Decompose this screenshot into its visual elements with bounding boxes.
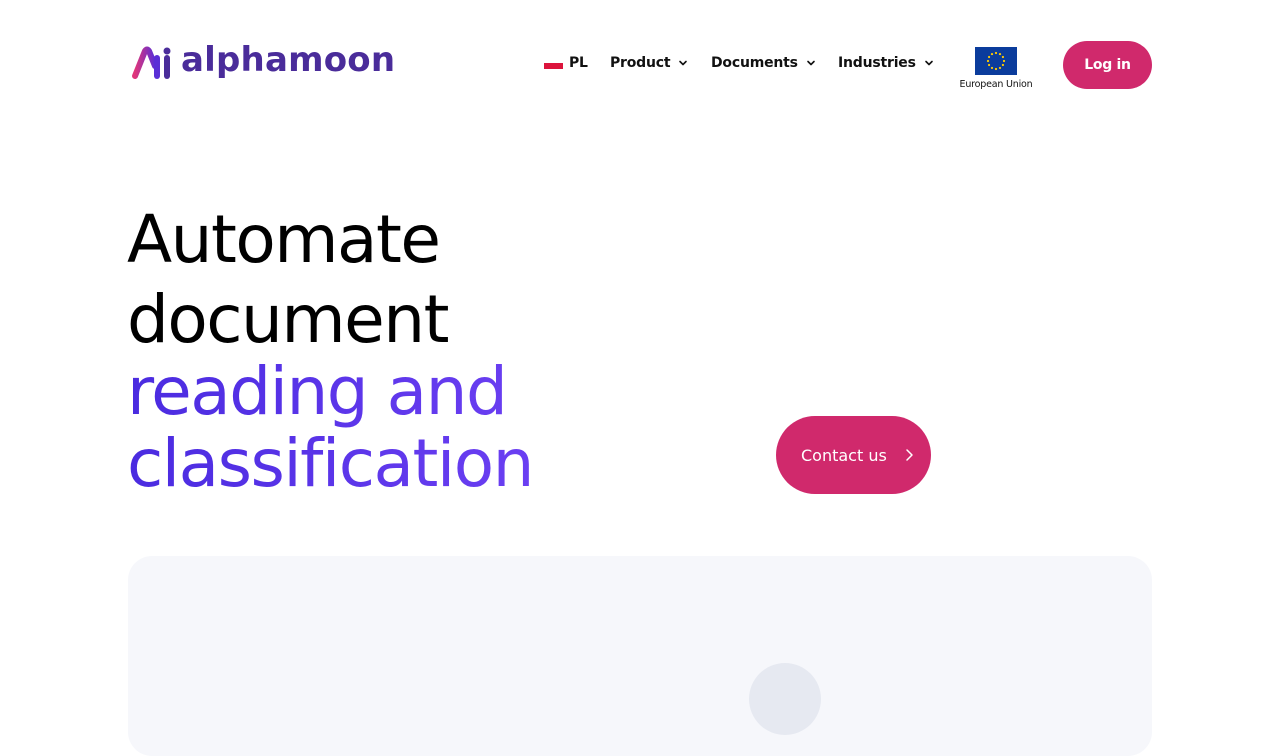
play-placeholder-icon <box>749 663 821 735</box>
nav-item-product[interactable]: Product <box>610 52 688 74</box>
eu-star <box>998 52 1002 56</box>
nav-item-label: Industries <box>838 55 916 71</box>
demo-panel <box>128 556 1152 756</box>
eu-star <box>1001 55 1005 59</box>
eu-star <box>998 66 1002 70</box>
eu-star <box>987 63 991 67</box>
hero-headline: Automate document reading and classifica… <box>127 200 534 502</box>
eu-star <box>994 67 998 71</box>
nav-item-label: Documents <box>711 55 798 71</box>
eu-star <box>990 66 994 70</box>
alphamoon-logo-icon <box>132 46 171 79</box>
eu-star <box>986 59 990 63</box>
eu-star <box>990 52 994 56</box>
eu-label: European Union <box>959 79 1033 90</box>
contact-us-button[interactable]: Contact us <box>776 416 931 494</box>
eu-flag-icon <box>975 47 1017 75</box>
nav-item-label: Product <box>610 55 671 71</box>
nav-item-documents[interactable]: Documents <box>711 52 816 74</box>
eu-star <box>1002 59 1006 63</box>
hero-line-1: Automate <box>127 201 441 278</box>
hero-line-3: reading and <box>127 356 533 428</box>
chevron-down-icon <box>806 60 815 66</box>
chevron-right-icon <box>906 449 913 461</box>
login-button[interactable]: Log in <box>1063 41 1152 89</box>
language-label: PL <box>569 55 588 71</box>
chevron-down-icon <box>924 60 933 66</box>
hero-line-4: classification <box>127 425 534 502</box>
contact-us-label: Contact us <box>801 445 887 465</box>
hero-line-2: document <box>127 281 449 358</box>
eu-star <box>987 55 991 59</box>
brand-logo[interactable]: alphamoon <box>131 40 396 83</box>
eu-star <box>994 51 998 55</box>
language-switcher[interactable]: PL <box>544 52 588 74</box>
eu-badge: European Union <box>955 47 1037 90</box>
chevron-down-icon <box>679 60 688 66</box>
poland-flag-icon <box>544 57 563 69</box>
nav-item-industries[interactable]: Industries <box>838 52 934 74</box>
eu-star <box>1001 63 1005 67</box>
brand-name: alphamoon <box>181 40 396 80</box>
